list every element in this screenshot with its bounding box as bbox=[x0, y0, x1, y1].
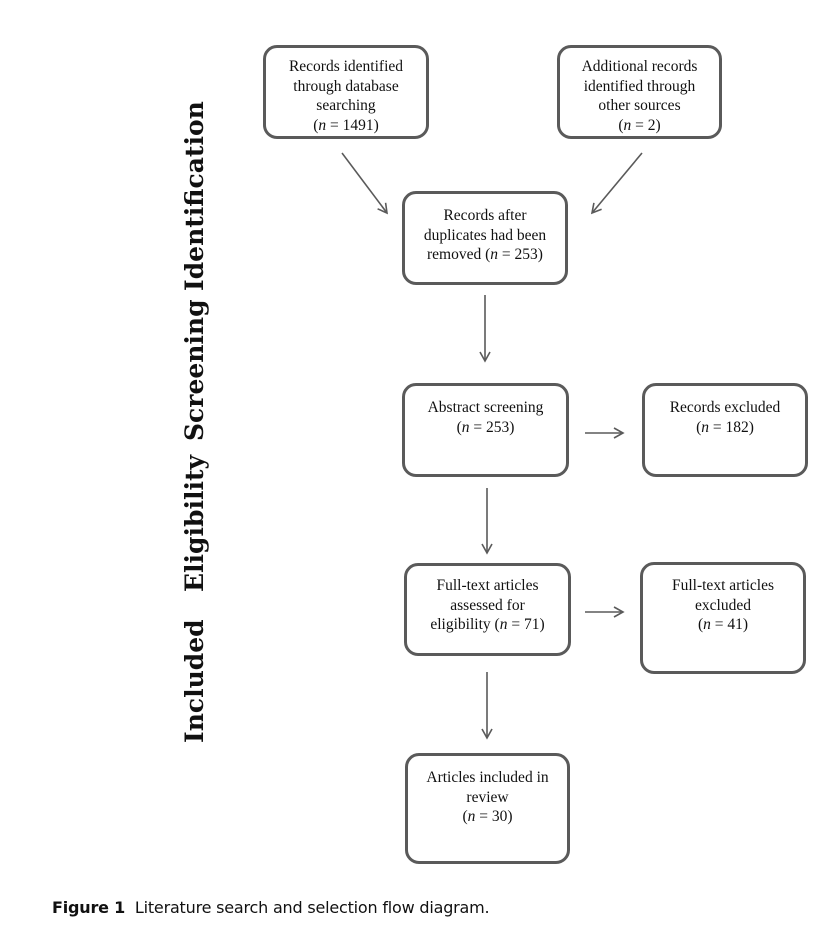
box-text-line: excluded bbox=[695, 596, 751, 614]
box-text-line: Records after bbox=[443, 207, 527, 224]
box-text-line: Additional records bbox=[581, 58, 698, 75]
box-database-search: Records identified through database sear… bbox=[263, 45, 429, 139]
box-text-line: through database bbox=[293, 77, 399, 95]
arrow-other-to-deduplicated bbox=[590, 152, 643, 215]
box-text-line: review bbox=[466, 788, 509, 806]
box-text-line: Full-text articles bbox=[671, 577, 774, 594]
box-other-sources: Additional records identified through ot… bbox=[557, 45, 722, 139]
box-count: eligibility (n = 71) bbox=[430, 616, 545, 633]
box-text-line: identified through bbox=[583, 77, 696, 95]
box-abstract-screening: Abstract screening (n = 253) bbox=[402, 383, 569, 477]
box-text-line: Abstract screening bbox=[427, 399, 544, 416]
figure-caption: Figure 1 Literature search and selection… bbox=[52, 898, 490, 917]
box-text-line: Records excluded bbox=[669, 399, 781, 416]
box-after-duplicates: Records after duplicates had been remove… bbox=[402, 191, 568, 285]
box-count: removed (n = 253) bbox=[427, 246, 543, 263]
box-count: (n = 41) bbox=[697, 616, 749, 633]
box-fulltext-excluded: Full-text articles excluded (n = 41) bbox=[640, 562, 806, 674]
box-count: (n = 1491) bbox=[313, 116, 379, 134]
figure-caption-text: Literature search and selection flow dia… bbox=[134, 898, 490, 917]
figure-label: Figure 1 bbox=[52, 898, 126, 917]
box-count: (n = 2) bbox=[618, 116, 661, 134]
box-text-line: Articles included in bbox=[426, 769, 549, 786]
arrow-database-to-deduplicated bbox=[341, 152, 388, 215]
box-text-line: searching bbox=[316, 97, 376, 114]
box-text-line: Records identified bbox=[288, 58, 404, 75]
box-text-line: Full-text articles bbox=[436, 577, 539, 594]
box-records-excluded: Records excluded (n = 182) bbox=[642, 383, 808, 477]
box-included-review: Articles included in review (n = 30) bbox=[405, 753, 570, 864]
box-text-line: other sources bbox=[598, 97, 681, 114]
box-text-line: assessed for bbox=[450, 596, 525, 614]
box-count: (n = 182) bbox=[696, 418, 754, 436]
box-text-line: duplicates had been bbox=[423, 226, 547, 244]
box-count: (n = 253) bbox=[456, 418, 515, 436]
box-fulltext-assessed: Full-text articles assessed for eligibil… bbox=[404, 563, 571, 656]
box-count: (n = 30) bbox=[462, 808, 513, 825]
